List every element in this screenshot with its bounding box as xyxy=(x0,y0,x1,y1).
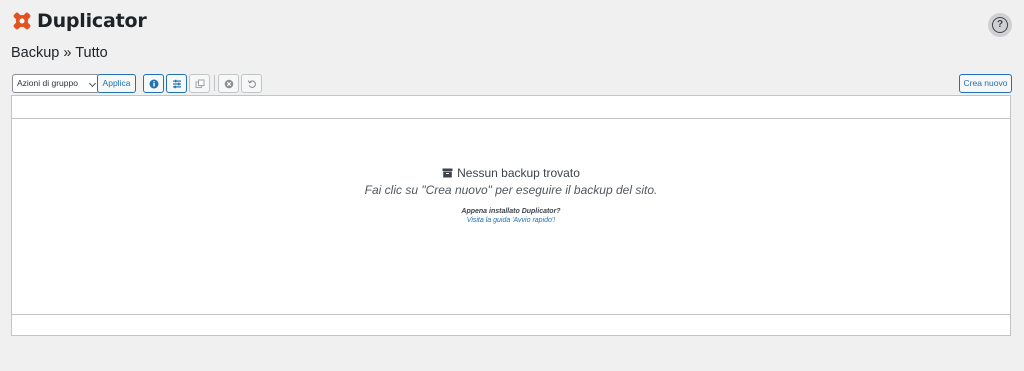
help-button[interactable]: ? xyxy=(988,13,1012,37)
table-footer-divider xyxy=(12,314,1010,315)
info-icon xyxy=(149,79,158,88)
filter-button[interactable] xyxy=(166,74,187,93)
apply-button[interactable]: Applica xyxy=(97,74,136,93)
filter-icon xyxy=(172,79,181,88)
close-circle-icon xyxy=(224,79,233,88)
copy-icon xyxy=(194,78,205,88)
breadcrumb: Backup » Tutto xyxy=(11,45,108,61)
archive-icon xyxy=(442,168,453,178)
table-header-divider xyxy=(12,118,1010,119)
empty-state: Nessun backup trovato Fai clic su "Crea … xyxy=(12,166,1010,224)
empty-state-title: Nessun backup trovato xyxy=(457,166,580,180)
chevron-down-icon xyxy=(88,79,97,88)
duplicator-logo-icon xyxy=(13,12,31,30)
undo-icon xyxy=(247,79,256,88)
create-new-button[interactable]: Crea nuovo xyxy=(959,74,1012,93)
help-circle-icon: ? xyxy=(992,17,1008,33)
empty-state-subtitle: Fai clic su "Crea nuovo" per eseguire il… xyxy=(364,183,658,197)
logo-text: Duplicator xyxy=(37,10,147,32)
bulk-actions-select[interactable]: Azioni di gruppo xyxy=(12,74,100,93)
duplicator-logo: Duplicator xyxy=(10,9,147,33)
backup-list-table: Nessun backup trovato Fai clic su "Crea … xyxy=(11,95,1011,336)
clear-button[interactable] xyxy=(218,74,239,93)
undo-button[interactable] xyxy=(241,74,262,93)
quick-start-link[interactable]: Visita la guida 'Avvio rapido'! xyxy=(12,217,1010,224)
bulk-actions-label: Azioni di gruppo xyxy=(17,78,78,88)
info-button[interactable] xyxy=(143,74,164,93)
empty-state-question: Appena installato Duplicator? xyxy=(461,208,561,215)
toolbar-divider xyxy=(214,75,215,91)
copy-button[interactable] xyxy=(189,74,210,93)
